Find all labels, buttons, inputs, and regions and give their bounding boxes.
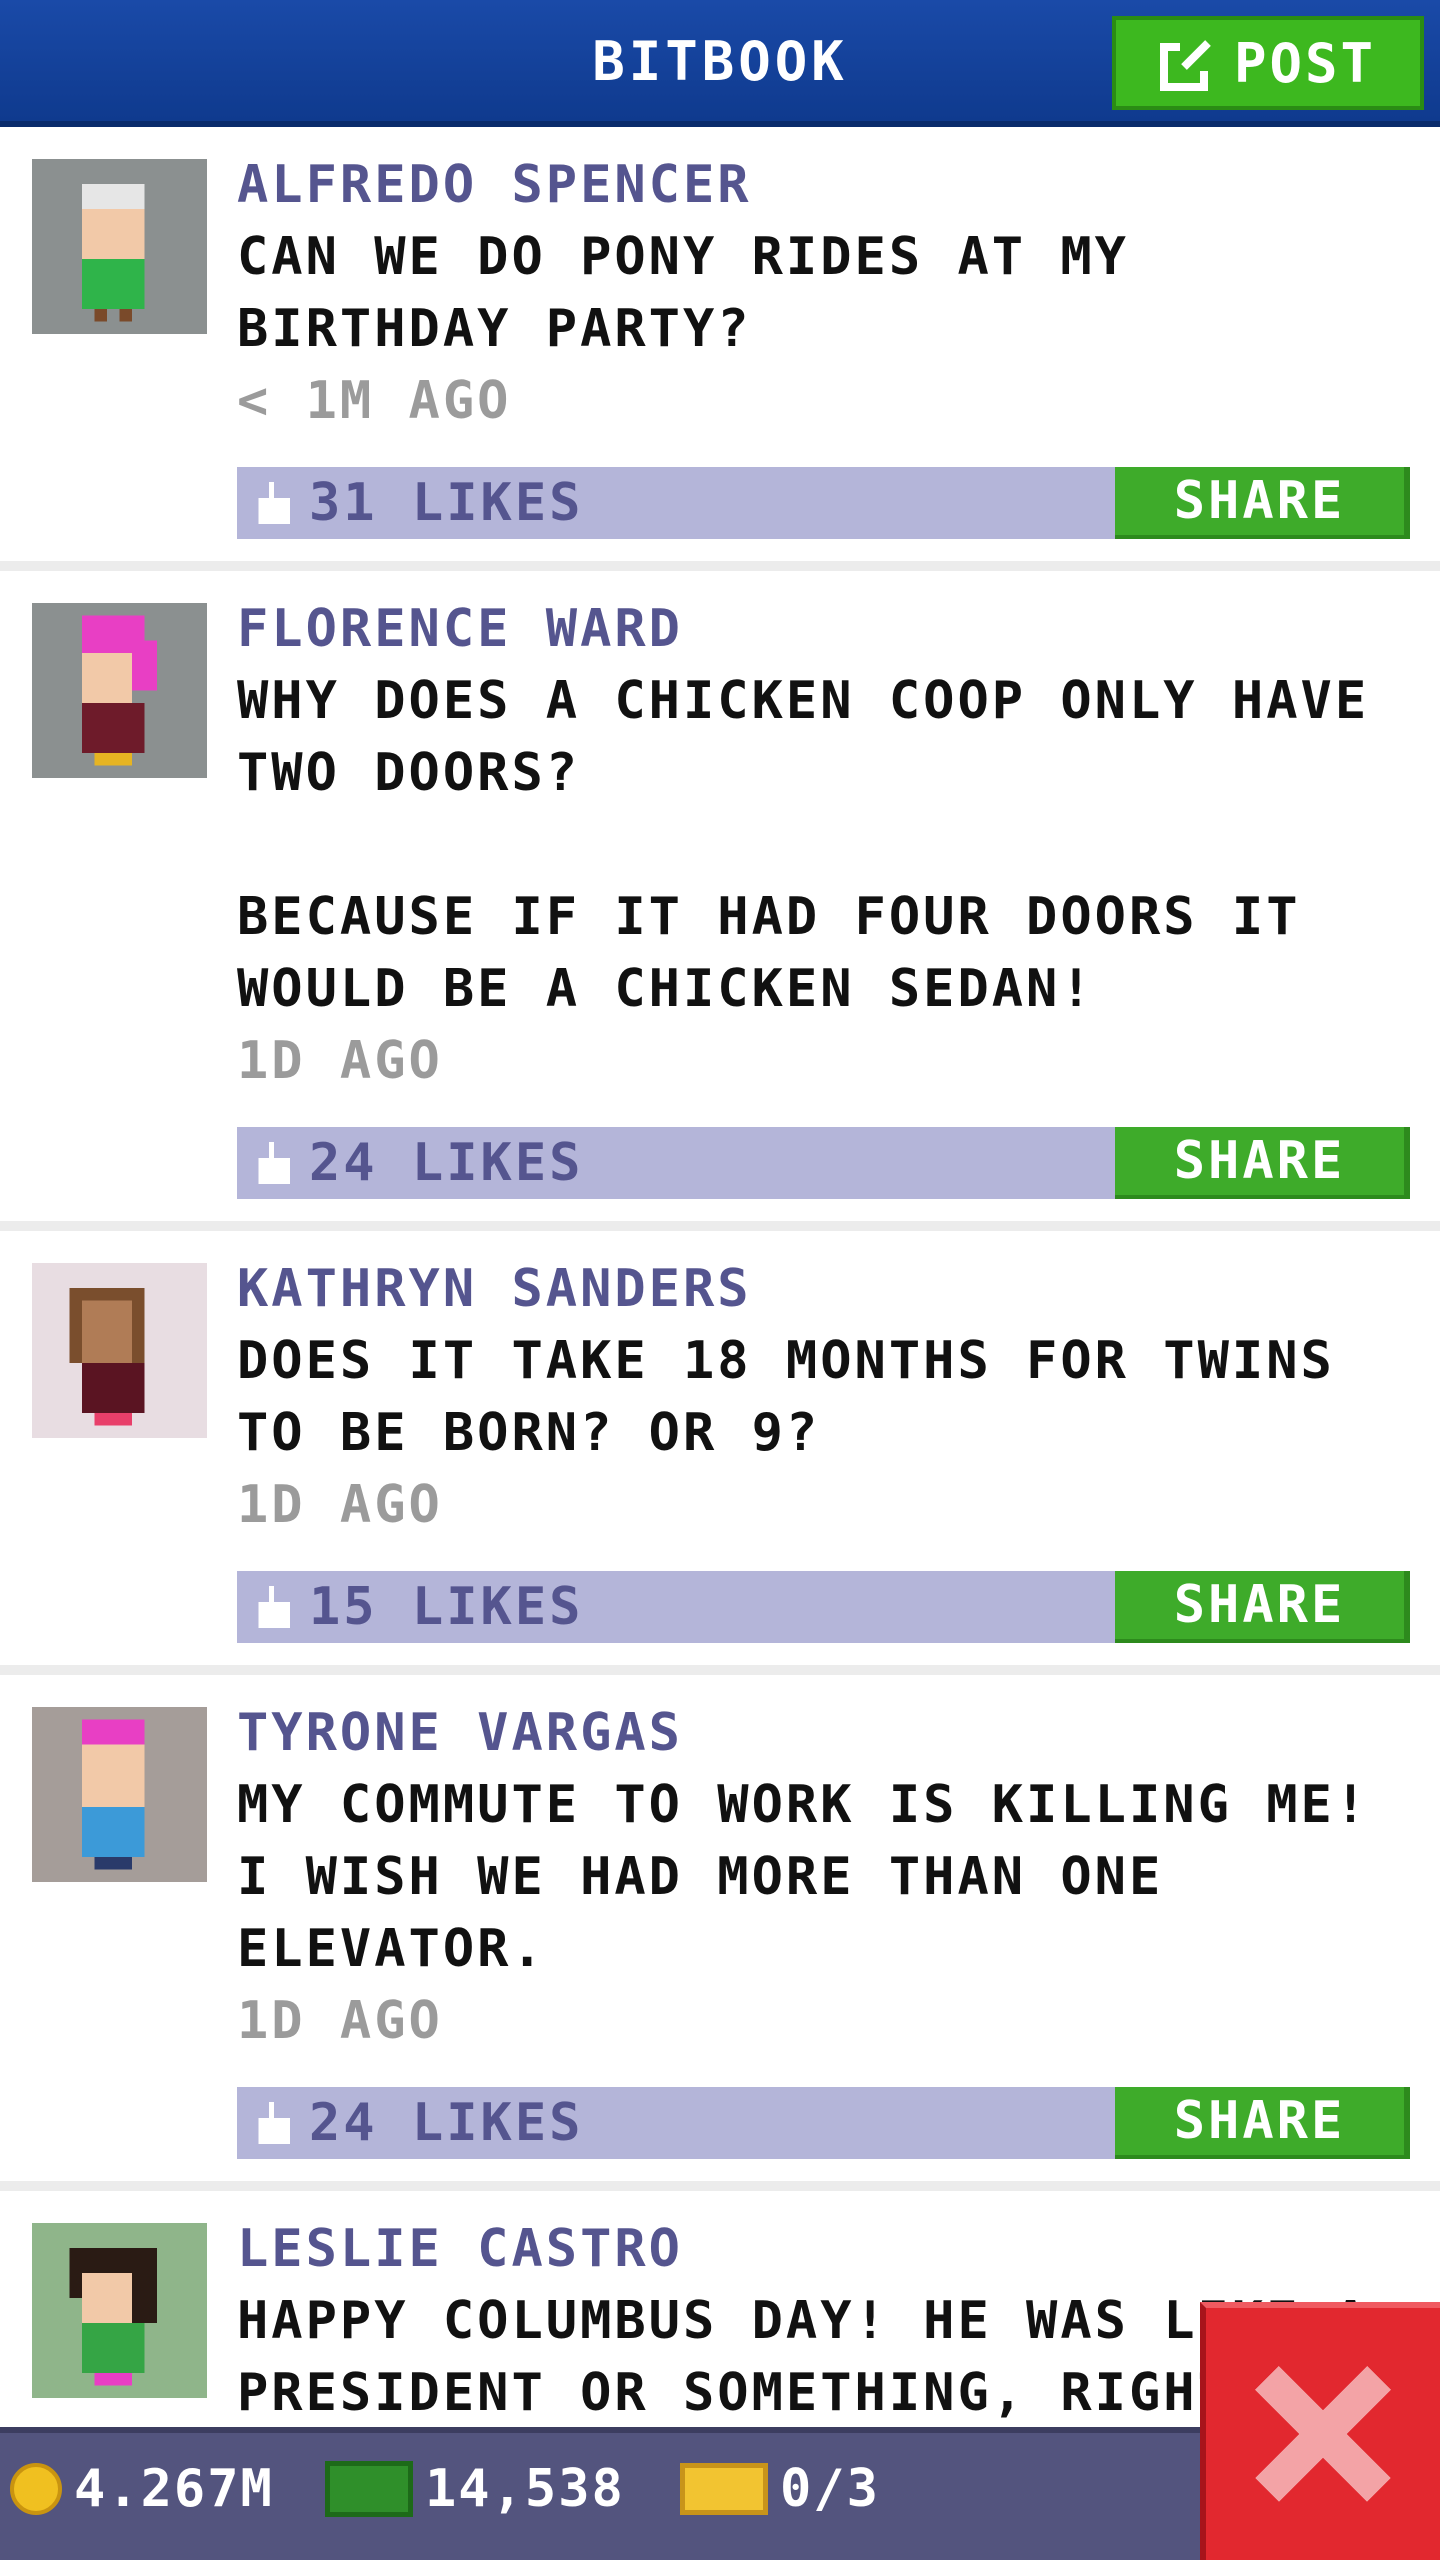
likes-count: 15 LIKES — [309, 1577, 584, 1637]
avatar — [32, 2223, 207, 2398]
compose-icon — [1159, 39, 1212, 91]
bux-stat: 14,538 — [325, 2459, 625, 2519]
tickets-stat: 0/3 — [680, 2459, 880, 2519]
likes-bar: 24 LIKES SHARE — [237, 2087, 1410, 2159]
post-author[interactable]: KATHRYN SANDERS — [237, 1253, 1410, 1325]
thumbs-up-icon — [258, 482, 290, 524]
ticket-icon — [680, 2463, 768, 2515]
post-time: 1D AGO — [237, 1991, 443, 2051]
coins-stat: 4.267M — [10, 2459, 274, 2519]
feed-post: TYRONE VARGAS MY COMMUTE TO WORK IS KILL… — [0, 1675, 1440, 2191]
avatar — [32, 603, 207, 778]
post-time: 1D AGO — [237, 1031, 443, 1091]
coins-value: 4.267M — [74, 2459, 274, 2519]
post-button-label: POST — [1233, 31, 1377, 95]
share-button[interactable]: SHARE — [1115, 1571, 1410, 1643]
post-text: MY COMMUTE TO WORK IS KILLING ME! I WISH… — [237, 1775, 1370, 1979]
bux-value: 14,538 — [425, 2459, 625, 2519]
feed-post: ALFREDO SPENCER CAN WE DO PONY RIDES AT … — [0, 127, 1440, 571]
thumbs-up-icon — [258, 2102, 290, 2144]
close-icon — [1255, 2366, 1391, 2502]
likes-count: 31 LIKES — [309, 473, 584, 533]
post-author[interactable]: FLORENCE WARD — [237, 593, 1410, 665]
post-time: < 1M AGO — [237, 371, 512, 431]
share-button[interactable]: SHARE — [1115, 2087, 1410, 2159]
likes-bar: 15 LIKES SHARE — [237, 1571, 1410, 1643]
post-text: DOES IT TAKE 18 MONTHS FOR TWINS TO BE B… — [237, 1331, 1335, 1463]
coin-icon — [10, 2463, 62, 2515]
post-text: WHY DOES A CHICKEN COOP ONLY HAVE TWO DO… — [237, 671, 1370, 1019]
post-author[interactable]: LESLIE CASTRO — [237, 2213, 1410, 2285]
bux-icon — [325, 2461, 413, 2517]
share-button[interactable]: SHARE — [1115, 1127, 1410, 1199]
likes-count: 24 LIKES — [309, 1133, 584, 1193]
thumbs-up-icon — [258, 1142, 290, 1184]
post-text: CAN WE DO PONY RIDES AT MY BIRTHDAY PART… — [237, 227, 1129, 359]
tickets-value: 0/3 — [780, 2459, 880, 2519]
post-time: 1D AGO — [237, 1475, 443, 1535]
avatar — [32, 159, 207, 334]
news-feed[interactable]: ALFREDO SPENCER CAN WE DO PONY RIDES AT … — [0, 127, 1440, 2427]
likes-bar: 24 LIKES SHARE — [237, 1127, 1410, 1199]
share-button[interactable]: SHARE — [1115, 467, 1410, 539]
app-header: BITBOOK POST — [0, 0, 1440, 127]
likes-count: 24 LIKES — [309, 2093, 584, 2153]
avatar — [32, 1707, 207, 1882]
post-author[interactable]: TYRONE VARGAS — [237, 1697, 1410, 1769]
close-button[interactable] — [1200, 2302, 1440, 2560]
thumbs-up-icon — [258, 1586, 290, 1628]
feed-post: FLORENCE WARD WHY DOES A CHICKEN COOP ON… — [0, 571, 1440, 1231]
post-author[interactable]: ALFREDO SPENCER — [237, 149, 1410, 221]
avatar — [32, 1263, 207, 1438]
post-button[interactable]: POST — [1112, 16, 1424, 110]
likes-bar: 31 LIKES SHARE — [237, 467, 1410, 539]
feed-post: KATHRYN SANDERS DOES IT TAKE 18 MONTHS F… — [0, 1231, 1440, 1675]
